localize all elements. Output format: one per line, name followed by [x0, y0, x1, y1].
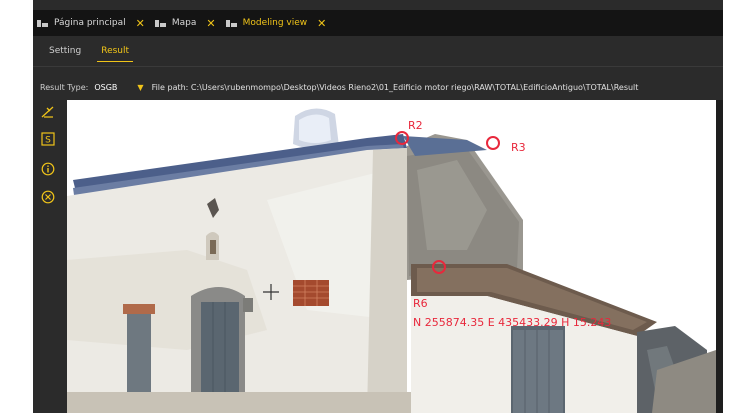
- file-path: File path: C:\Users\rubenmompo\Desktop\V…: [151, 82, 639, 92]
- s-box-icon[interactable]: S: [41, 132, 55, 146]
- result-type-select[interactable]: OSGB: [94, 83, 117, 92]
- info-icon[interactable]: [41, 162, 55, 176]
- close-icon[interactable]: ✕: [317, 17, 326, 30]
- model-viewport[interactable]: R2 R3 R6 N 255874.35 E 435433.29 H 15.24…: [67, 100, 716, 413]
- tab-result[interactable]: Result: [97, 38, 133, 64]
- tab-label: Modeling view: [242, 18, 308, 28]
- tool-sidebar: S: [33, 100, 67, 413]
- close-icon[interactable]: ✕: [136, 17, 145, 30]
- marker-r6-coordinates: N 255874.35 E 435433.29 H 15.243: [413, 316, 611, 329]
- marker-r3-label: R3: [511, 141, 526, 154]
- close-icon[interactable]: ✕: [206, 17, 215, 30]
- result-bar: Result Type: OSGB ▼ File path: C:\Users\…: [33, 78, 723, 96]
- tab-pagina-principal[interactable]: Página principal ✕: [33, 10, 151, 36]
- tab-icon: [225, 18, 238, 28]
- result-type-label: Result Type:: [40, 82, 89, 92]
- marker-r6-label: R6: [413, 297, 428, 310]
- tab-label: Mapa: [171, 18, 197, 28]
- dropdown-arrow-icon[interactable]: ▼: [137, 83, 143, 92]
- viewport-scrollbar[interactable]: [716, 100, 723, 413]
- cancel-icon[interactable]: [41, 190, 55, 204]
- tab-label: Página principal: [54, 18, 126, 28]
- tab-bar: Página principal ✕ Mapa ✕ Modeling view …: [33, 10, 723, 36]
- tab-mapa[interactable]: Mapa ✕: [151, 10, 222, 36]
- tab-setting[interactable]: Setting: [45, 38, 85, 64]
- app-window: Página principal ✕ Mapa ✕ Modeling view …: [33, 0, 723, 413]
- svg-text:S: S: [45, 136, 51, 146]
- marker-r2-label: R2: [408, 119, 423, 132]
- measure-icon[interactable]: [41, 105, 55, 119]
- building-model-render: R2 R3 R6 N 255874.35 E 435433.29 H 15.24…: [67, 100, 716, 413]
- tab-icon: [37, 18, 49, 28]
- sub-tab-bar: Setting Result: [33, 36, 723, 67]
- tab-icon: [154, 18, 167, 28]
- tab-modeling-view[interactable]: Modeling view ✕: [222, 10, 333, 36]
